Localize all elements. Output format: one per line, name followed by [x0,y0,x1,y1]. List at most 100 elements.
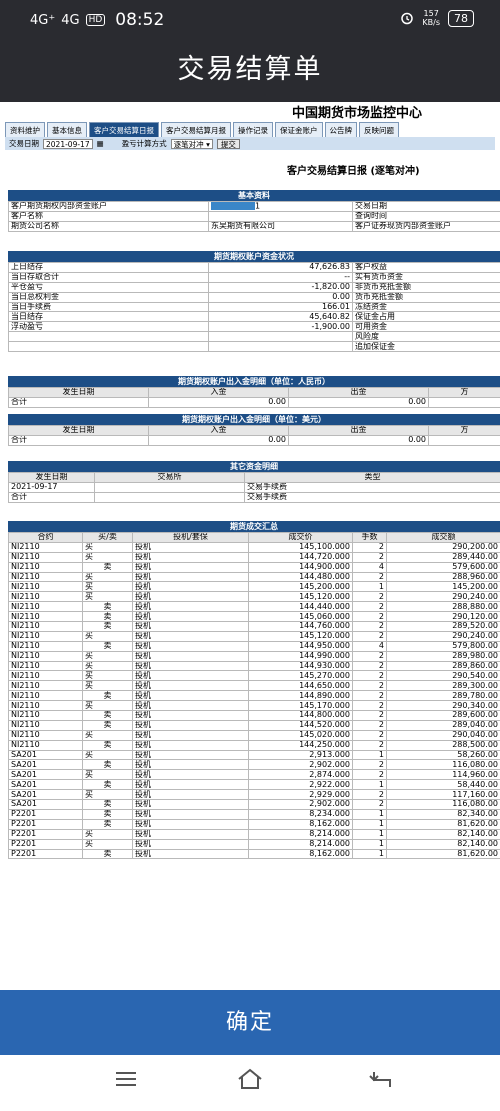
table-cell: 卖 [82,611,133,623]
table-cell: 1 [352,838,387,850]
table-cell: P2201 [8,848,83,860]
table-cell: 卖 [82,690,133,702]
table-cell: NI2110 [8,621,83,632]
table-cell: NI2110 [8,700,83,712]
submit-button[interactable]: 提交 [216,138,240,149]
table-cell: 2 [352,551,387,563]
table-cell: 2 [352,719,387,731]
table-cell: 58,260.00 [386,749,500,761]
table-cell [8,331,209,343]
table-cell: 144,900.000 [248,561,353,573]
table-cell: 查询时间 [352,210,500,222]
table-row: NI2110 卖投机 144,760.000 2 289,520.00 [8,621,500,632]
table-cell: 289,520.00 [386,621,500,632]
table-cell: 上日结存 [8,262,209,273]
table-cell: 144,950.000 [248,640,353,652]
table-row: NI2110 卖投机 144,800.000 2 289,600.00 [8,710,500,721]
table-cell: 2 [352,789,387,801]
table-row: 期货公司名称 东吴期货有限公司 客户证券现货内部资金账户 [8,220,500,232]
table-cell: 投机 [132,680,249,692]
table-cell: 1 [352,818,387,830]
table-row: SA201 卖投机 2,902.000 2 116,080.00 [8,799,500,810]
date-input[interactable]: 2021-09-17 [43,138,93,149]
table-cell: 144,650.000 [248,680,353,692]
table-cell: 145,060.000 [248,611,353,623]
table-cell: 客户权益 [352,262,500,273]
report-content[interactable]: 中国期货市场监控中心 资料维护 基本信息 客户交易结算日报 客户交易结算月报 操作记录保… [0,102,500,990]
table-cell: 买 [82,650,133,662]
table-cell: -1,900.00 [208,321,353,333]
table-cell: P2201 [8,808,83,820]
table-row: NI2110 买投机 144,650.000 2 289,300.00 [8,680,500,692]
table-cell: 116,080.00 [386,759,500,771]
table-row: 合计 0.00 0.00 [8,396,500,408]
table-cell: NI2110 [8,690,83,702]
table-cell: 浮动盈亏 [8,321,209,333]
table-cell: 买 [82,591,133,603]
table-cell: 2 [352,591,387,603]
table-cell: 288,960.00 [386,571,500,583]
table-row: NI2110 买投机 145,200.000 1 145,200.00 [8,581,500,593]
table-cell: 0.00 [148,396,289,408]
table-cell: 145,120.000 [248,591,353,603]
battery-indicator: 78 [448,9,474,27]
table-cell: 2 [352,601,387,613]
table-row: NI2110 买投机 145,100.000 2 290,200.00 [8,541,500,553]
table-cell [428,396,500,408]
table-cell: P2201 [8,828,83,840]
menu-icon[interactable] [114,1067,138,1091]
section-header: 基本资料 [8,190,500,201]
inout-rmb-table: 发生日期 入金 出金方合计 0.00 0.00 [8,387,500,408]
calendar-icon[interactable]: ▦ [97,139,104,148]
table-cell: 投机 [132,571,249,583]
basic-info-table: 客户期货期权内部资金账户 1 交易日期 客户名称 查询时间 期货公司名称 东吴期货有限公司客… [8,201,500,232]
table-cell: SA201 [8,769,83,781]
table-row: NI2110 卖投机 144,440.000 2 288,880.00 [8,601,500,613]
back-icon[interactable] [368,1067,394,1091]
table-cell: 144,250.000 [248,739,353,751]
table-cell: 投机 [132,630,249,642]
table-cell: NI2110 [8,719,83,731]
table-cell: 投机 [132,739,249,751]
column-header: 方 [428,425,500,436]
confirm-button[interactable]: 确定 [0,990,500,1055]
table-cell: 卖 [82,799,133,810]
table-cell: 1 [352,779,387,791]
table-cell: 买 [82,680,133,692]
table-cell: 2 [352,690,387,702]
hd-badge: HD [85,14,106,26]
table-cell: 2,874.000 [248,769,353,781]
table-cell: 0.00 [208,291,353,303]
table-cell: 投机 [132,719,249,731]
table-cell: 2 [352,630,387,642]
table-cell: 290,120.00 [386,611,500,623]
inout-usd-section: 期货期权账户出入金明细（单位：美元） 发生日期 入金 出金方合计 0.00 0.00 [8,414,500,446]
table-row: NI2110 买投机 144,720.000 2 289,440.00 [8,551,500,563]
table-cell: 289,440.00 [386,551,500,563]
section-header: 期货期权账户资金状况 [8,251,500,262]
table-cell: 投机 [132,779,249,791]
table-row: NI2110 买投机 145,170.000 2 290,340.00 [8,700,500,712]
table-cell: 投机 [132,749,249,761]
table-cell: SA201 [8,799,83,810]
table-cell: 2 [352,710,387,721]
table-row: P2201 卖投机 8,162.000 1 81,620.00 [8,848,500,860]
table-cell: 卖 [82,779,133,791]
table-cell: 2021-09-17 [8,481,95,493]
table-cell: 投机 [132,541,249,553]
header-row: 发生日期 入金 出金方 [8,387,500,398]
table-cell: 买 [82,670,133,682]
table-cell: 114,960.00 [386,769,500,781]
table-cell [428,434,500,446]
status-bar: 4G⁺ 4G HD 08:52 157 KB/s 78 [0,0,500,38]
table-cell: NI2110 [8,551,83,563]
table-cell: NI2110 [8,541,83,553]
column-header: 出金 [288,387,429,398]
home-icon[interactable] [236,1067,264,1091]
table-cell: 买 [82,581,133,593]
table-cell: NI2110 [8,680,83,692]
column-header: 买/卖 [82,532,133,543]
table-cell: 81,620.00 [386,848,500,860]
table-cell: P2201 [8,838,83,850]
method-select[interactable]: 逐笔对冲 ▾ [170,138,213,149]
